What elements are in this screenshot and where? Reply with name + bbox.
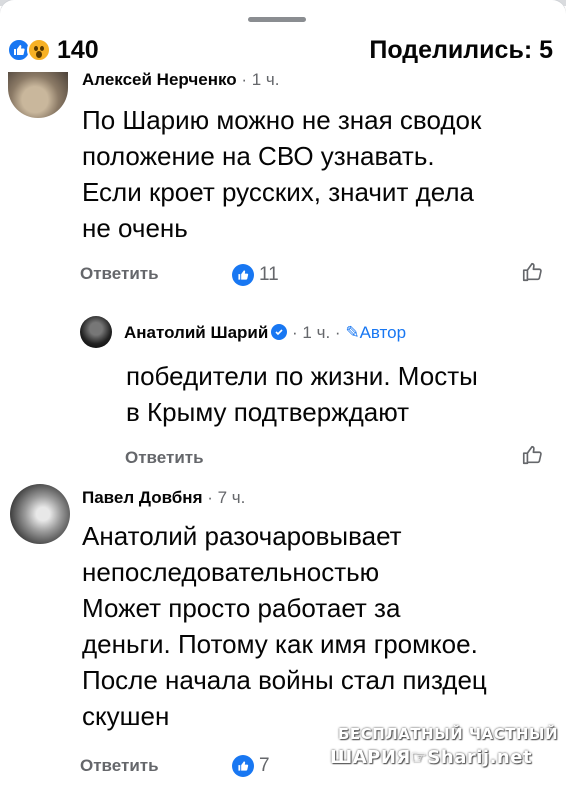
- comment-time[interactable]: · 7 ч.: [207, 488, 245, 507]
- reactions-summary[interactable]: 140 Поделились: 5: [7, 36, 553, 64]
- comment-header: Алексей Нерченко · 1 ч.: [82, 70, 280, 90]
- comment-author[interactable]: Анатолий Шарий: [124, 323, 268, 342]
- like-icon[interactable]: [521, 261, 543, 283]
- reply-button[interactable]: Ответить: [80, 264, 159, 284]
- like-count-icon: [232, 755, 254, 777]
- reply-button[interactable]: Ответить: [80, 756, 159, 776]
- avatar[interactable]: [80, 316, 112, 348]
- like-count-icon: [232, 264, 254, 286]
- comment-text: Анатолий разочаровывает непоследовательн…: [82, 521, 487, 731]
- author-badge: ✎Автор: [345, 323, 407, 342]
- shares-count[interactable]: Поделились: 5: [369, 36, 553, 65]
- watermark-line-1: БЕСПЛАТНЫЙ ЧАСТНЫЙ: [338, 725, 559, 743]
- comment-text: победители по жизни. Мосты в Крыму подтв…: [126, 361, 478, 427]
- comment-time[interactable]: · 1 ч. ·: [292, 323, 341, 342]
- wow-reaction-icon: [27, 38, 51, 62]
- comment-reaction-count[interactable]: 11: [259, 264, 279, 286]
- comment-header: Анатолий Шарий · 1 ч. · ✎Автор: [124, 323, 406, 343]
- watermark: БЕСПЛАТНЫЙ ЧАСТНЫЙ ШАРИЯ☞Sharij.net: [326, 723, 566, 775]
- comment-author[interactable]: Алексей Нерченко: [82, 70, 237, 89]
- drag-handle[interactable]: [248, 17, 306, 22]
- watermark-line-2: ШАРИЯ☞Sharij.net: [330, 747, 533, 768]
- comment-reaction-count[interactable]: 7: [259, 755, 270, 777]
- avatar[interactable]: [10, 484, 70, 544]
- author-badge-label: Автор: [359, 323, 407, 342]
- comment-header: Павел Довбня · 7 ч.: [82, 488, 245, 508]
- verified-icon: [271, 324, 288, 340]
- reply-button[interactable]: Ответить: [125, 448, 204, 468]
- reaction-total[interactable]: 140: [57, 36, 99, 65]
- comment-time[interactable]: · 1 ч.: [241, 70, 279, 89]
- comment-author[interactable]: Павел Довбня: [82, 488, 203, 507]
- comment-text: По Шарию можно не зная сводок положение …: [82, 105, 482, 243]
- like-icon[interactable]: [521, 444, 543, 466]
- avatar[interactable]: [8, 72, 68, 118]
